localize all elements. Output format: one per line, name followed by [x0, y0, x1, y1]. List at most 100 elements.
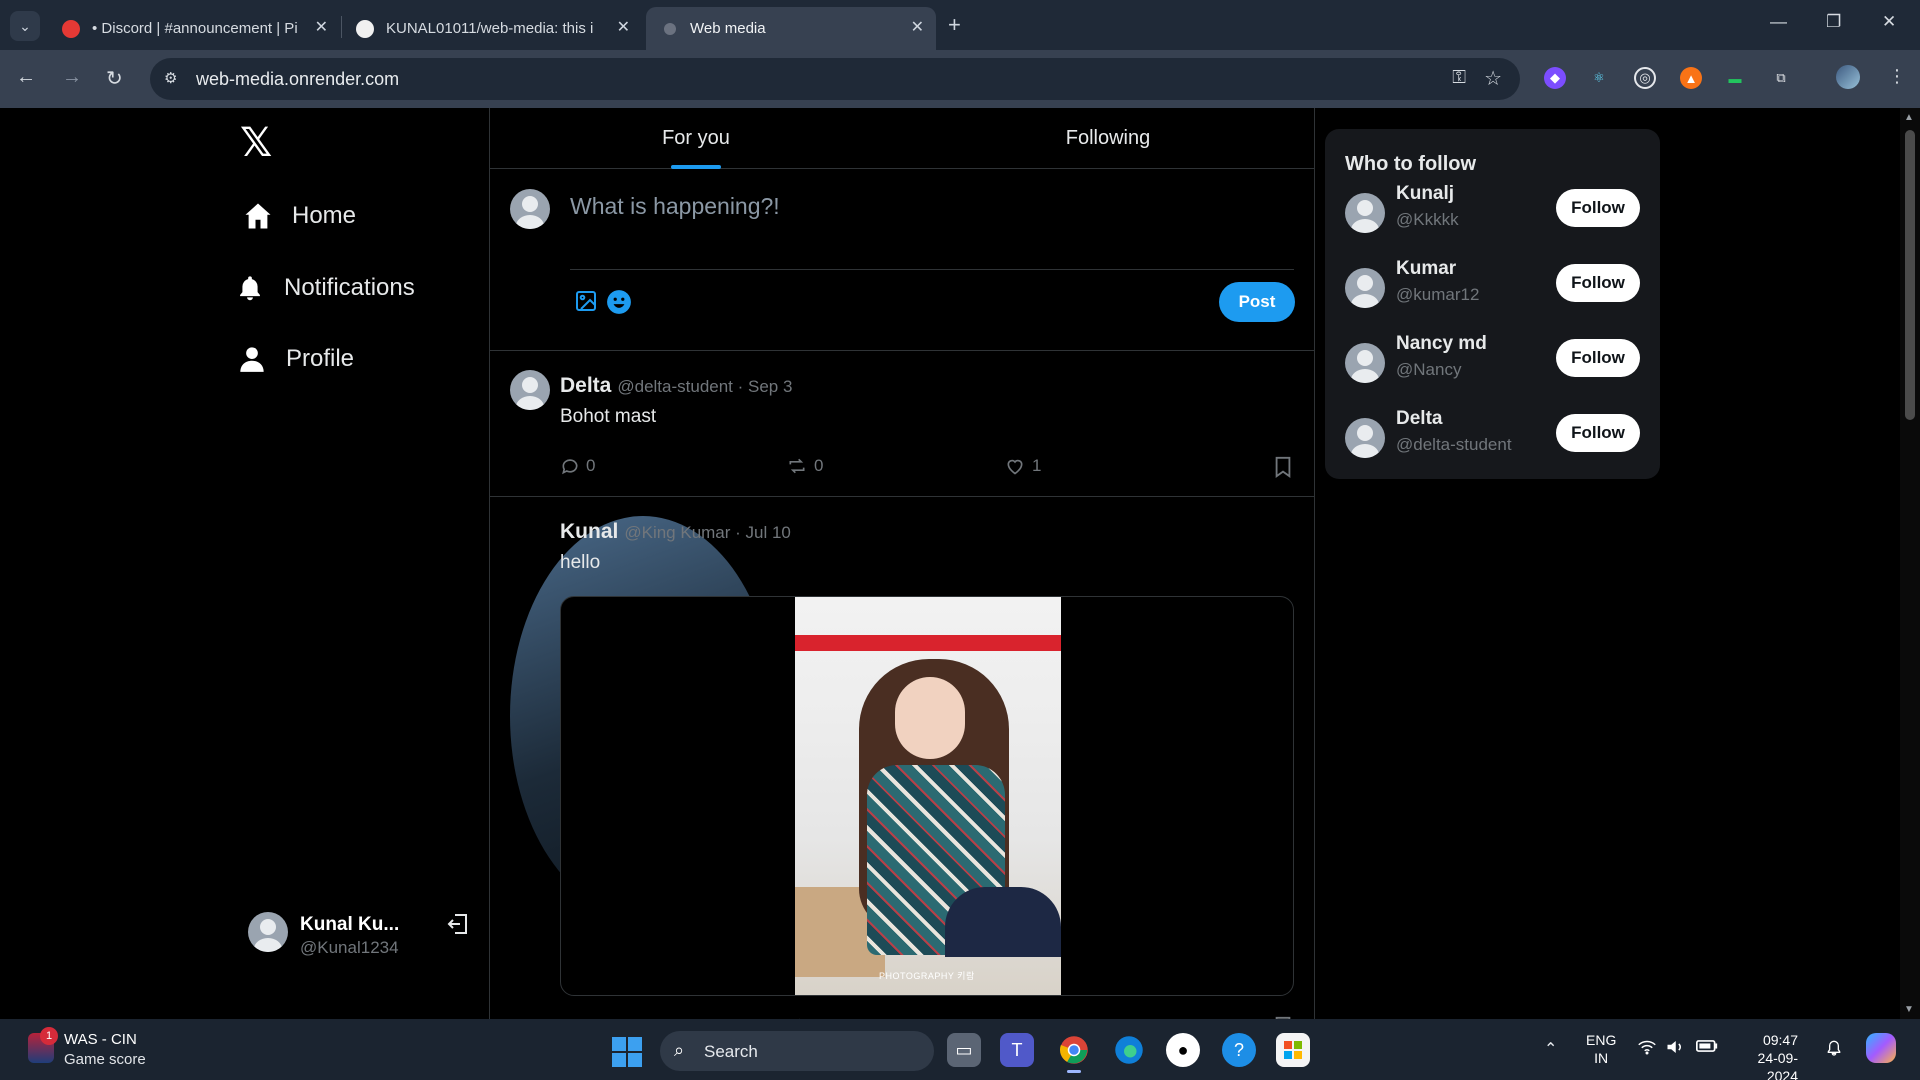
- notification-bell-icon[interactable]: [1826, 1039, 1842, 1062]
- follow-suggestion[interactable]: Kunalj @Kkkkk Follow: [1345, 183, 1645, 243]
- nav-item-profile[interactable]: Profile: [234, 341, 354, 377]
- copilot-icon[interactable]: [1866, 1033, 1896, 1063]
- suggestion-name[interactable]: Kunalj: [1396, 183, 1454, 205]
- nav-label-profile: Profile: [286, 345, 355, 372]
- like-button[interactable]: 1: [1004, 456, 1041, 476]
- suggestion-name[interactable]: Nancy md: [1396, 333, 1487, 355]
- follow-button[interactable]: Follow: [1556, 414, 1640, 452]
- address-bar[interactable]: ⚙ web-media.onrender.com ⚿ ☆: [150, 58, 1520, 100]
- suggestion-name[interactable]: Kumar: [1396, 258, 1456, 280]
- extension-flame-icon[interactable]: ◆: [1544, 67, 1566, 89]
- close-tab-icon[interactable]: ✕: [315, 17, 328, 37]
- nav-item-home[interactable]: Home: [240, 198, 356, 234]
- forward-arrow-icon[interactable]: →: [62, 66, 82, 89]
- help-icon[interactable]: ?: [1222, 1033, 1256, 1067]
- system-clock[interactable]: 09:47 24-09-2024: [1738, 1031, 1798, 1080]
- scroll-down-icon[interactable]: ▼: [1904, 1004, 1914, 1015]
- tab-search-button[interactable]: ⌄: [10, 11, 40, 41]
- search-icon: ⌕: [674, 1040, 685, 1060]
- scrollbar-thumb[interactable]: [1905, 130, 1915, 420]
- suggestion-avatar[interactable]: [1345, 343, 1385, 383]
- windows-start-icon[interactable]: [612, 1037, 642, 1067]
- reload-icon[interactable]: ↻: [106, 66, 123, 91]
- follow-button[interactable]: Follow: [1556, 189, 1640, 227]
- close-tab-icon[interactable]: ✕: [911, 17, 924, 37]
- widget-subtitle[interactable]: Game score: [64, 1051, 146, 1068]
- browser-tab-discord[interactable]: • Discord | #announcement | Pi ✕: [48, 7, 340, 50]
- follow-suggestion[interactable]: Delta @delta-student Follow: [1345, 408, 1645, 468]
- browser-tab-github[interactable]: KUNAL01011/web-media: this i ✕: [342, 7, 642, 50]
- browser-toolbar: ← → ↻ ⚙ web-media.onrender.com ⚿ ☆ ◆ ⚛ ◎…: [0, 50, 1920, 108]
- suggestion-avatar[interactable]: [1345, 193, 1385, 233]
- tray-overflow-chevron-icon[interactable]: ⌃: [1544, 1039, 1557, 1059]
- edge-icon[interactable]: [1112, 1033, 1146, 1067]
- extensions-puzzle-icon[interactable]: ⧉: [1770, 67, 1792, 89]
- browser-profile-avatar[interactable]: [1836, 65, 1860, 89]
- repost-icon: [789, 458, 805, 474]
- logout-icon[interactable]: [446, 912, 470, 941]
- browser-menu-icon[interactable]: ⋮: [1888, 66, 1906, 87]
- new-tab-button[interactable]: +: [948, 12, 961, 38]
- photo-seat: [945, 887, 1061, 957]
- teams-icon[interactable]: T: [1000, 1033, 1034, 1067]
- repost-button[interactable]: 0: [786, 456, 823, 476]
- page-scrollbar[interactable]: ▲ ▼: [1900, 108, 1920, 1019]
- post-author-name[interactable]: Kunal: [560, 520, 618, 543]
- file-explorer-icon[interactable]: ▭: [947, 1033, 981, 1067]
- post-item[interactable]: Delta @delta-student · Sep 3 Bohot mast 0…: [490, 352, 1314, 497]
- suggestion-avatar[interactable]: [1345, 418, 1385, 458]
- nav-label-home: Home: [292, 202, 357, 229]
- bookmark-star-icon[interactable]: ☆: [1484, 66, 1502, 91]
- nav-item-notifications[interactable]: Notifications: [232, 270, 415, 306]
- post-button[interactable]: Post: [1219, 282, 1295, 322]
- react-devtools-icon[interactable]: ⚛: [1588, 67, 1610, 89]
- post-author-avatar[interactable]: [510, 370, 550, 410]
- suggestion-handle: @delta-student: [1396, 435, 1512, 454]
- account-switcher[interactable]: Kunal Ku... @Kunal1234: [248, 910, 474, 970]
- language-code: ENG: [1586, 1032, 1617, 1048]
- browser-tab-web-media[interactable]: Web media ✕: [646, 7, 936, 50]
- post-photo[interactable]: PHOTOGRAPHY 키람: [795, 597, 1061, 995]
- compose-input[interactable]: [570, 193, 1270, 220]
- post-media[interactable]: PHOTOGRAPHY 키람: [560, 596, 1294, 996]
- extension-target-icon[interactable]: ◎: [1634, 67, 1656, 89]
- restore-window-button[interactable]: ❐: [1826, 12, 1841, 32]
- extension-green-icon[interactable]: ▬: [1724, 67, 1746, 89]
- scroll-up-icon[interactable]: ▲: [1904, 112, 1914, 123]
- back-arrow-icon[interactable]: ←: [16, 66, 36, 89]
- battery-icon[interactable]: [1696, 1039, 1718, 1058]
- github-desktop-icon[interactable]: ●: [1166, 1033, 1200, 1067]
- site-info-icon[interactable]: ⚙: [164, 69, 177, 87]
- bookmark-button[interactable]: [1274, 456, 1292, 478]
- account-name: Kunal Ku...: [300, 914, 400, 935]
- minimize-window-button[interactable]: —: [1770, 12, 1787, 32]
- reply-button[interactable]: 0: [560, 456, 595, 476]
- x-logo-icon[interactable]: 𝕏: [240, 120, 272, 166]
- close-window-button[interactable]: ✕: [1882, 12, 1896, 32]
- close-tab-icon[interactable]: ✕: [617, 17, 630, 37]
- photo-watermark: PHOTOGRAPHY 키람: [879, 971, 975, 981]
- language-indicator[interactable]: ENG IN: [1586, 1031, 1616, 1067]
- chrome-icon[interactable]: [1057, 1033, 1091, 1073]
- suggestion-name[interactable]: Delta: [1396, 408, 1442, 430]
- follow-button[interactable]: Follow: [1556, 339, 1640, 377]
- image-upload-icon[interactable]: [574, 289, 598, 318]
- password-key-icon[interactable]: ⚿: [1452, 67, 1466, 88]
- tab-following[interactable]: Following: [902, 108, 1314, 169]
- follow-suggestion[interactable]: Nancy md @Nancy Follow: [1345, 333, 1645, 393]
- widget-badge: 1: [40, 1027, 58, 1045]
- tab-for-you[interactable]: For you: [490, 108, 902, 169]
- url-text[interactable]: web-media.onrender.com: [196, 69, 399, 90]
- suggestion-avatar[interactable]: [1345, 268, 1385, 308]
- extension-orange-icon[interactable]: ▲: [1680, 67, 1702, 89]
- follow-suggestion[interactable]: Kumar @kumar12 Follow: [1345, 258, 1645, 318]
- taskbar-search[interactable]: ⌕ Search: [660, 1031, 934, 1071]
- volume-icon[interactable]: [1666, 1039, 1684, 1060]
- post-item[interactable]: Kunal @King Kumar · Jul 10 hello PHOTOGRA…: [490, 498, 1314, 1019]
- microsoft-store-icon[interactable]: [1276, 1033, 1310, 1067]
- widget-title[interactable]: WAS - CIN: [64, 1031, 137, 1048]
- emoji-icon[interactable]: [606, 289, 632, 320]
- post-author-name[interactable]: Delta: [560, 374, 611, 397]
- wifi-icon[interactable]: [1638, 1039, 1656, 1060]
- follow-button[interactable]: Follow: [1556, 264, 1640, 302]
